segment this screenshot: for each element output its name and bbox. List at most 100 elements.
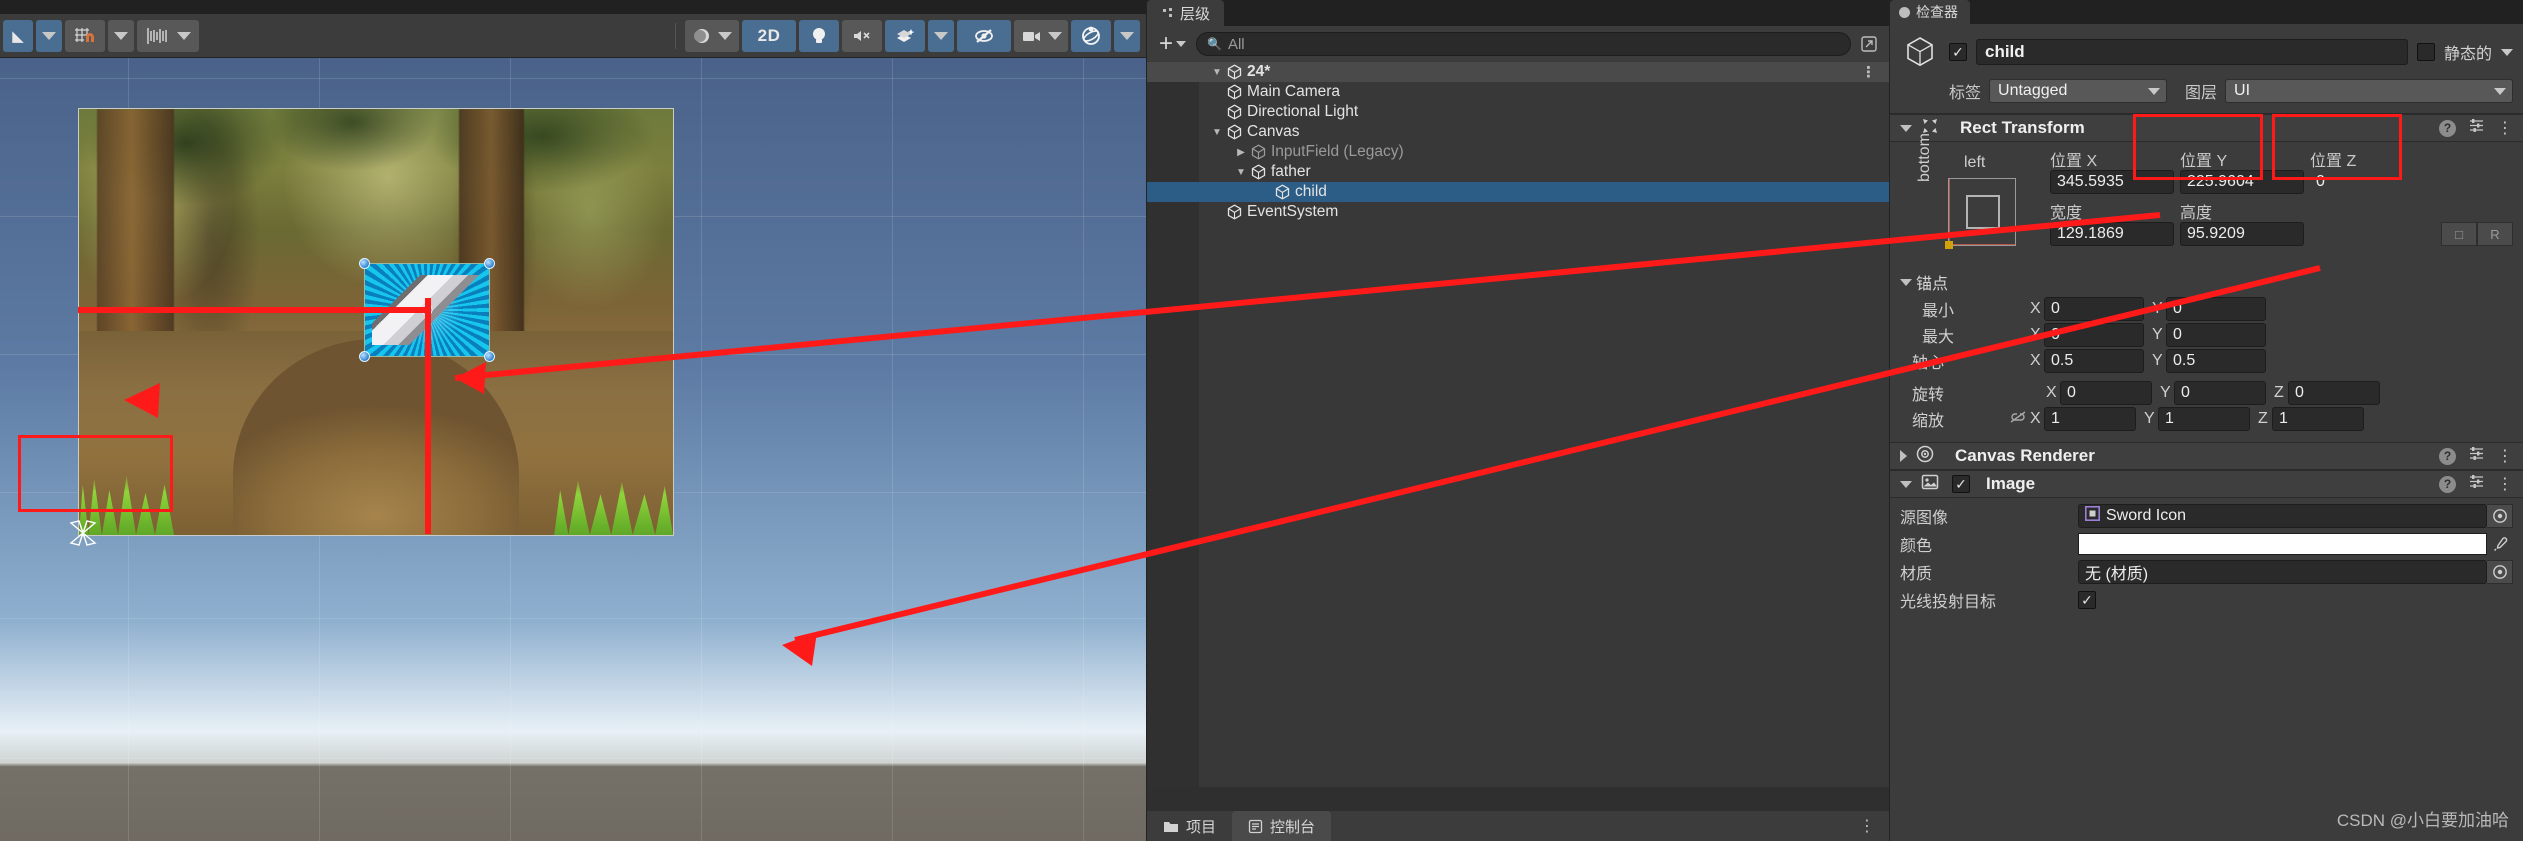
scale-z-input[interactable]: 1 — [2272, 407, 2364, 431]
hierarchy-item-directional-light[interactable]: ▶ Directional Light — [1147, 102, 1889, 122]
tab-hierarchy[interactable]: 层级 — [1147, 0, 1225, 26]
hierarchy-scene-row[interactable]: ▼ 24* ⋮ — [1147, 62, 1889, 82]
watermark-text: CSDN @小白要加油哈 — [2336, 811, 2509, 830]
annotation-line-horizontal — [78, 307, 428, 313]
resize-handle-top-right[interactable] — [484, 258, 495, 269]
help-icon[interactable]: ? — [2439, 447, 2456, 465]
gizmos-caret[interactable] — [1114, 19, 1140, 52]
draw-mode-dropdown[interactable] — [685, 19, 739, 52]
constrain-proportions-icon[interactable] — [2008, 409, 2030, 430]
rect-transform-body: left bottom 位置 X 345.5935 位置 Y 225.9604 … — [1890, 133, 2523, 434]
anchor-preset-h-label: left — [1964, 154, 1986, 171]
color-swatch-field[interactable] — [2078, 533, 2487, 555]
foldout-toggle[interactable]: ▼ — [1209, 127, 1225, 138]
tag-dropdown[interactable]: Untagged — [1989, 79, 2168, 103]
scale-x-input[interactable]: 1 — [2044, 407, 2136, 431]
static-checkbox[interactable] — [2416, 43, 2435, 61]
camera-settings-dropdown[interactable] — [1014, 19, 1068, 52]
scale-y-input[interactable]: 1 — [2158, 407, 2250, 431]
rotation-x-input[interactable]: 0 — [2060, 381, 2152, 405]
anchor-min-x-input[interactable]: 0 — [2044, 297, 2144, 321]
grid-snap-button[interactable] — [65, 19, 105, 52]
hierarchy-item-main-camera[interactable]: ▶ Main Camera — [1147, 82, 1889, 102]
raw-edit-button[interactable]: R — [2477, 222, 2513, 246]
console-context-menu-icon[interactable]: ⋮ — [1859, 816, 1875, 836]
component-context-menu-icon[interactable]: ⋮ — [2497, 446, 2513, 466]
scene-fx-toggle[interactable] — [885, 19, 925, 52]
canvas-renderer-foldout[interactable] — [1900, 450, 1907, 462]
tool-handle-button[interactable]: ◣ — [3, 19, 33, 52]
expand-search-button[interactable] — [1857, 33, 1881, 55]
gizmos-toggle[interactable] — [1071, 19, 1111, 52]
hierarchy-tree[interactable]: ▼ 24* ⋮ ▶ Main Camera ▶ Directional Light ▼ C… — [1147, 62, 1889, 787]
rect-transform-foldout[interactable] — [1900, 124, 1912, 132]
foldout-toggle[interactable]: ▶ — [1233, 147, 1249, 158]
component-context-menu-icon[interactable]: ⋮ — [2497, 474, 2513, 494]
rotation-z-input[interactable]: 0 — [2288, 381, 2380, 405]
preset-icon[interactable] — [2468, 445, 2485, 467]
hidden-objects-toggle[interactable] — [957, 19, 1011, 52]
source-image-picker-button[interactable] — [2487, 504, 2513, 528]
create-object-button[interactable]: + — [1155, 32, 1190, 56]
tab-inspector[interactable]: 检查器 — [1890, 0, 1970, 24]
scene-context-menu-icon[interactable]: ⋮ — [1861, 63, 1877, 81]
anchor-preset-widget[interactable]: left bottom — [1900, 133, 2050, 268]
foldout-toggle[interactable]: ▶ — [1257, 187, 1273, 198]
tab-console[interactable]: 控制台 — [1232, 811, 1332, 841]
preset-icon[interactable] — [2468, 117, 2485, 139]
width-input[interactable]: 129.1869 — [2050, 222, 2174, 246]
anchor-max-y-input[interactable]: 0 — [2166, 323, 2266, 347]
grid-visibility-button[interactable] — [137, 19, 199, 52]
scene-audio-toggle[interactable] — [842, 19, 882, 52]
static-dropdown-caret[interactable] — [2501, 48, 2513, 56]
scene-fx-caret[interactable] — [928, 19, 954, 52]
toggle-2d-button[interactable]: 2D — [742, 19, 796, 52]
scene-foldout[interactable]: ▼ — [1209, 67, 1225, 78]
hierarchy-item-inputfield-legacy[interactable]: ▶ InputField (Legacy) — [1147, 142, 1889, 162]
image-component-header[interactable]: ✓ Image ? ⋮ — [1890, 470, 2523, 498]
anchors-foldout[interactable] — [1900, 278, 1912, 286]
tab-project[interactable]: 项目 — [1147, 811, 1232, 841]
image-foldout[interactable] — [1900, 480, 1912, 488]
help-icon[interactable]: ? — [2439, 475, 2456, 493]
tool-handle-caret[interactable] — [36, 19, 62, 52]
hierarchy-item-child[interactable]: ▶ child — [1147, 182, 1889, 202]
pivot-x-input[interactable]: 0.5 — [2044, 349, 2144, 373]
anchor-min-y-input[interactable]: 0 — [2166, 297, 2266, 321]
rotation-y-input[interactable]: 0 — [2174, 381, 2266, 405]
grid-snap-caret[interactable] — [108, 19, 134, 52]
material-picker-button[interactable] — [2487, 560, 2513, 584]
resize-handle-top-left[interactable] — [359, 258, 370, 269]
help-icon[interactable]: ? — [2439, 119, 2456, 137]
image-source-row: 源图像 Sword Icon — [1890, 502, 2523, 530]
resize-handle-bottom-left[interactable] — [359, 351, 370, 362]
hierarchy-item-canvas[interactable]: ▼ Canvas — [1147, 122, 1889, 142]
height-input[interactable]: 95.9209 — [2180, 222, 2304, 246]
foldout-toggle[interactable]: ▶ — [1209, 87, 1225, 98]
scene-viewport[interactable] — [0, 58, 1146, 841]
resize-handle-bottom-right[interactable] — [484, 351, 495, 362]
hierarchy-item-label: child — [1295, 183, 1327, 200]
pivot-y-input[interactable]: 0.5 — [2166, 349, 2266, 373]
hierarchy-search-input[interactable]: 🔍 All — [1196, 32, 1851, 56]
component-context-menu-icon[interactable]: ⋮ — [2497, 118, 2513, 138]
gameobject-name-input[interactable]: child — [1976, 39, 2408, 65]
gameobject-enabled-checkbox[interactable]: ✓ — [1949, 43, 1967, 61]
scene-lighting-toggle[interactable] — [799, 19, 839, 52]
image-enabled-checkbox[interactable]: ✓ — [1952, 475, 1970, 493]
anchors-section-title[interactable]: 锚点 — [1890, 268, 2523, 296]
foldout-toggle[interactable]: ▶ — [1209, 207, 1225, 218]
raycast-target-checkbox[interactable]: ✓ — [2078, 591, 2096, 609]
material-objectfield[interactable]: 无 (材质) — [2078, 560, 2487, 584]
layer-dropdown[interactable]: UI — [2225, 79, 2513, 103]
foldout-toggle[interactable]: ▶ — [1209, 107, 1225, 118]
preset-icon[interactable] — [2468, 473, 2485, 495]
hierarchy-item-father[interactable]: ▼ father — [1147, 162, 1889, 182]
source-image-objectfield[interactable]: Sword Icon — [2078, 504, 2487, 528]
canvas-renderer-header[interactable]: Canvas Renderer ? ⋮ — [1890, 442, 2523, 470]
eyedropper-icon[interactable] — [2487, 532, 2513, 556]
foldout-toggle[interactable]: ▼ — [1233, 167, 1249, 178]
anchor-max-x-input[interactable]: 0 — [2044, 323, 2144, 347]
hierarchy-item-eventsystem[interactable]: ▶ EventSystem — [1147, 202, 1889, 222]
blueprint-mode-button[interactable]: □ — [2441, 222, 2477, 246]
